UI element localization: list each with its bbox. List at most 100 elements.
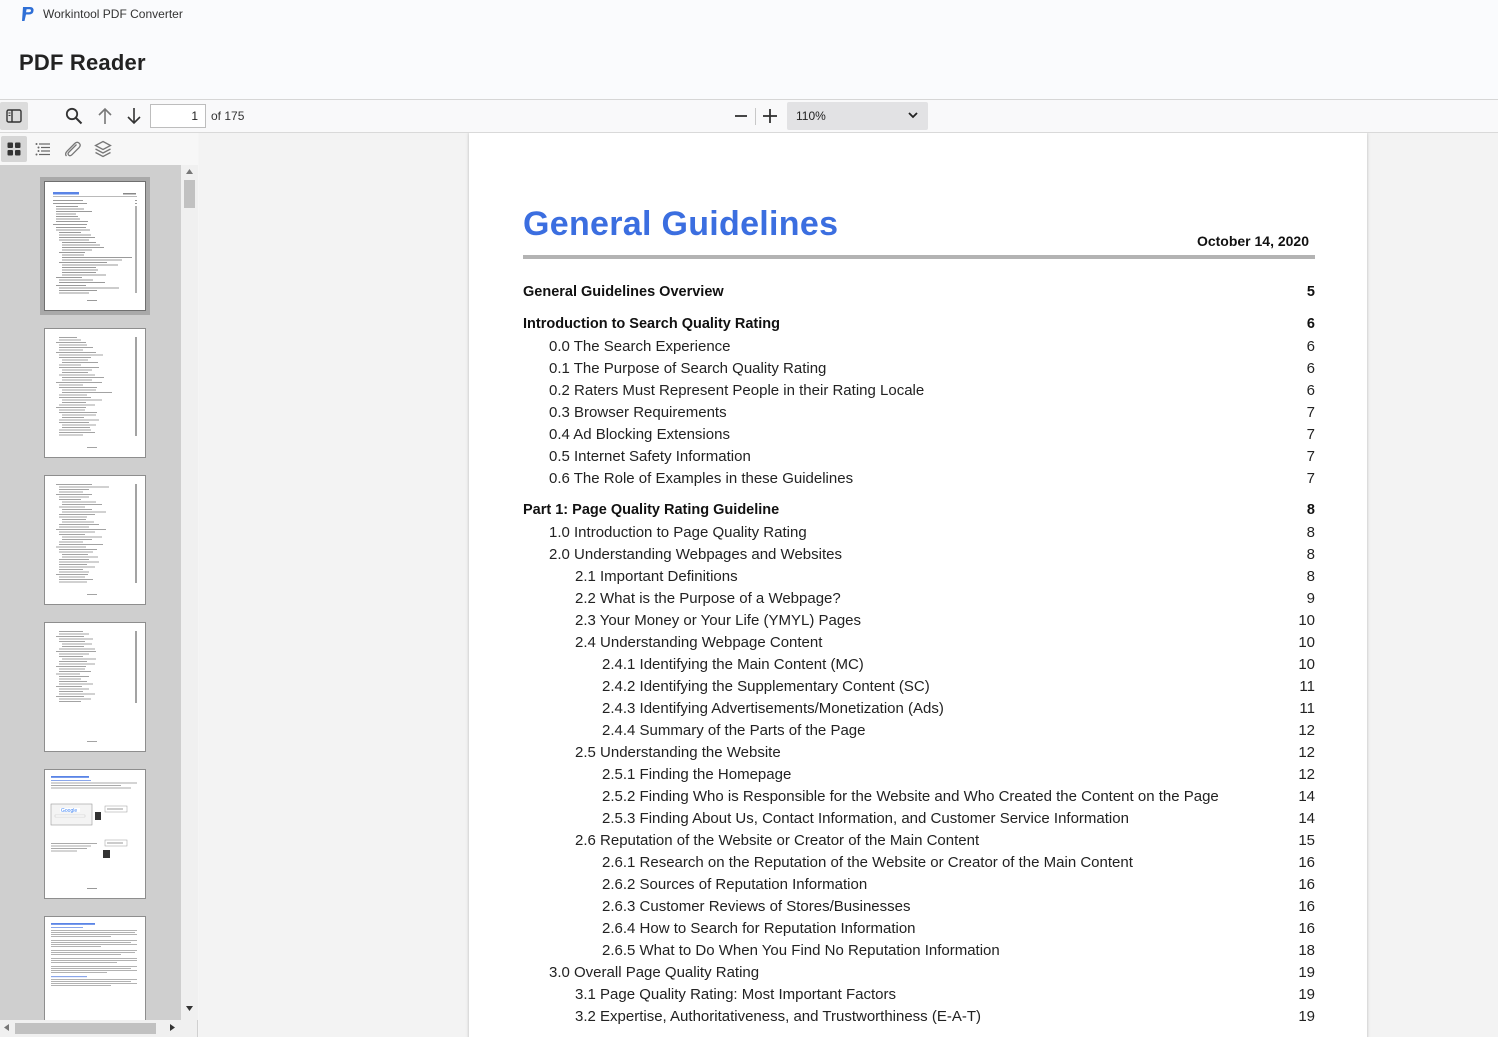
toc-entry-page: 12 [1298,722,1315,739]
toc-entry[interactable]: 2.6.4 How to Search for Reputation Infor… [523,920,1315,937]
toc-entry[interactable]: 2.2 What is the Purpose of a Webpage? 9 [523,590,1315,607]
toc-entry[interactable]: 0.2 Raters Must Represent People in thei… [523,382,1315,399]
toc-entry-page: 7 [1306,426,1315,443]
svg-text:Google: Google [61,808,77,814]
toc-entry[interactable]: 2.4.4 Summary of the Parts of the Page 12 [523,722,1315,739]
toc-entry-page: 15 [1298,832,1315,849]
toc-entry-label: 2.5 Understanding the Website [575,744,781,761]
tab-attachments[interactable] [60,136,86,162]
toc-entry-label: 2.6.3 Customer Reviews of Stores/Busines… [602,898,911,915]
toc-entry[interactable]: 2.4.3 Identifying Advertisements/Monetiz… [523,700,1315,717]
toc-entry-page: 12 [1298,766,1315,783]
toc-entry-label: 0.6 The Role of Examples in these Guidel… [549,470,854,487]
toc-entry[interactable]: General Guidelines Overview 5 [523,284,1315,300]
toc-entry-label: 2.2 What is the Purpose of a Webpage? [575,590,841,607]
toc-entry[interactable]: 2.3 Your Money or Your Life (YMYL) Pages… [523,612,1315,629]
toc-entry[interactable]: 3.0 Overall Page Quality Rating 19 [523,964,1315,981]
toc-entry[interactable]: 2.6.2 Sources of Reputation Information 1… [523,876,1315,893]
toc-entry-label: General Guidelines Overview [523,284,724,300]
sidebar-toggle-button[interactable] [0,102,28,130]
toc-entry[interactable]: 3.2 Expertise, Authoritativeness, and Tr… [523,1008,1315,1025]
toc-entry[interactable]: 2.6.3 Customer Reviews of Stores/Busines… [523,898,1315,915]
tab-layers[interactable] [90,136,116,162]
toc-entry-page: 8 [1306,524,1315,541]
toc-entry[interactable]: 2.5.1 Finding the Homepage 12 [523,766,1315,783]
toc-entry-page: 16 [1298,920,1315,937]
toc-entry-label: 2.5.2 Finding Who is Responsible for the… [602,788,1219,805]
page-thumbnail[interactable] [44,328,146,458]
toc-entry[interactable]: 2.0 Understanding Webpages and Websites 8 [523,546,1315,563]
toc-entry[interactable]: 2.4.2 Identifying the Supplementary Cont… [523,678,1315,695]
toc-entry-label: 0.0 The Search Experience [549,338,731,355]
page-thumbnail[interactable] [44,622,146,752]
toc-entry[interactable]: 0.4 Ad Blocking Extensions 7 [523,426,1315,443]
zoom-in-button[interactable] [759,104,781,128]
toc-entry-page: 7 [1306,448,1315,465]
document-viewer[interactable]: General Guidelines October 14, 2020 Gene… [199,133,1498,1037]
title-bar: Workintool PDF Converter [0,0,1498,28]
toc-entry[interactable]: 3.1 Page Quality Rating: Most Important … [523,986,1315,1003]
scroll-up-arrow-icon[interactable] [186,169,193,174]
toc-entry[interactable]: 2.4.1 Identifying the Main Content (MC) 1… [523,656,1315,673]
toc-entry[interactable]: 2.6.1 Research on the Reputation of the … [523,854,1315,871]
toc-entry[interactable]: 1.0 Introduction to Page Quality Rating 8 [523,524,1315,541]
next-page-button[interactable] [122,104,146,128]
zoom-out-button[interactable] [730,104,752,128]
page-number-input[interactable] [150,104,206,128]
toc-entry-page: 6 [1306,360,1315,377]
toc-entry[interactable]: Introduction to Search Quality Rating 6 [523,316,1315,332]
toc-entry[interactable]: 2.6 Reputation of the Website or Creator… [523,832,1315,849]
page-count-label: of 175 [211,109,245,123]
toc-entry-label: 1.0 Introduction to Page Quality Rating [549,524,807,541]
toc-entry[interactable]: 0.6 The Role of Examples in these Guidel… [523,470,1315,487]
toc-entry[interactable]: 2.6.5 What to Do When You Find No Reputa… [523,942,1315,959]
scroll-right-arrow-icon[interactable] [170,1024,175,1031]
page-thumbnail[interactable] [44,181,146,311]
toc-entry-label: Introduction to Search Quality Rating [523,316,780,332]
toc-entry-label: 2.3 Your Money or Your Life (YMYL) Pages [575,612,862,629]
plus-icon [763,109,777,123]
toc-entry[interactable]: 0.3 Browser Requirements 7 [523,404,1315,421]
scrollbar-thumb[interactable] [15,1023,156,1034]
paperclip-icon [64,141,81,157]
toc-entry[interactable]: 2.5.3 Finding About Us, Contact Informat… [523,810,1315,827]
sidebar-toggle-icon [6,109,22,123]
toc-entry-label: 3.0 Overall Page Quality Rating [549,964,760,981]
toc-entry[interactable]: 2.1 Important Definitions 8 [523,568,1315,585]
toc-entry[interactable]: 0.5 Internet Safety Information 7 [523,448,1315,465]
toc-entry-label: 2.0 Understanding Webpages and Websites [549,546,842,563]
toc-entry-label: 2.6.2 Sources of Reputation Information [602,876,868,893]
toc-entry[interactable]: 2.4 Understanding Webpage Content 10 [523,634,1315,651]
toc-entry-page: 11 [1299,700,1315,717]
toc-entry-label: 2.4 Understanding Webpage Content [575,634,823,651]
toc-entry-page: 14 [1298,810,1315,827]
document-title: General Guidelines [523,205,839,243]
list-icon [35,143,50,156]
tab-outline[interactable] [30,136,56,162]
scrollbar-thumb[interactable] [184,180,195,208]
toc-entry[interactable]: 2.5 Understanding the Website 12 [523,744,1315,761]
sidebar-tabs [0,133,198,165]
thumbnail-horizontal-scrollbar[interactable] [0,1020,181,1037]
toc-entry[interactable]: 0.1 The Purpose of Search Quality Rating… [523,360,1315,377]
viewer-toolbar: of 175 110% [0,100,1498,133]
toc-entry-page: 7 [1306,404,1315,421]
toc-entry-page: 8 [1306,568,1315,585]
page-thumbnail[interactable] [44,916,146,1020]
search-button[interactable] [62,104,86,128]
tab-thumbnails[interactable] [1,136,27,162]
toc-entry[interactable]: 0.0 The Search Experience 6 [523,338,1315,355]
zoom-level-select[interactable]: 110% [787,102,928,130]
page-thumbnail[interactable]: Google [44,769,146,899]
toc-entry-page: 19 [1298,986,1315,1003]
scroll-left-arrow-icon[interactable] [4,1024,9,1031]
toc-entry-page: 16 [1298,854,1315,871]
toc-entry[interactable]: 2.5.2 Finding Who is Responsible for the… [523,788,1315,805]
page-thumbnail[interactable] [44,475,146,605]
previous-page-button[interactable] [93,104,117,128]
scroll-down-arrow-icon[interactable] [186,1006,193,1011]
toc-entry-page: 10 [1298,634,1315,651]
thumbnail-vertical-scrollbar[interactable] [181,165,198,1020]
toc-entry[interactable]: Part 1: Page Quality Rating Guideline 8 [523,502,1315,518]
toc-entry-page: 11 [1299,678,1315,695]
